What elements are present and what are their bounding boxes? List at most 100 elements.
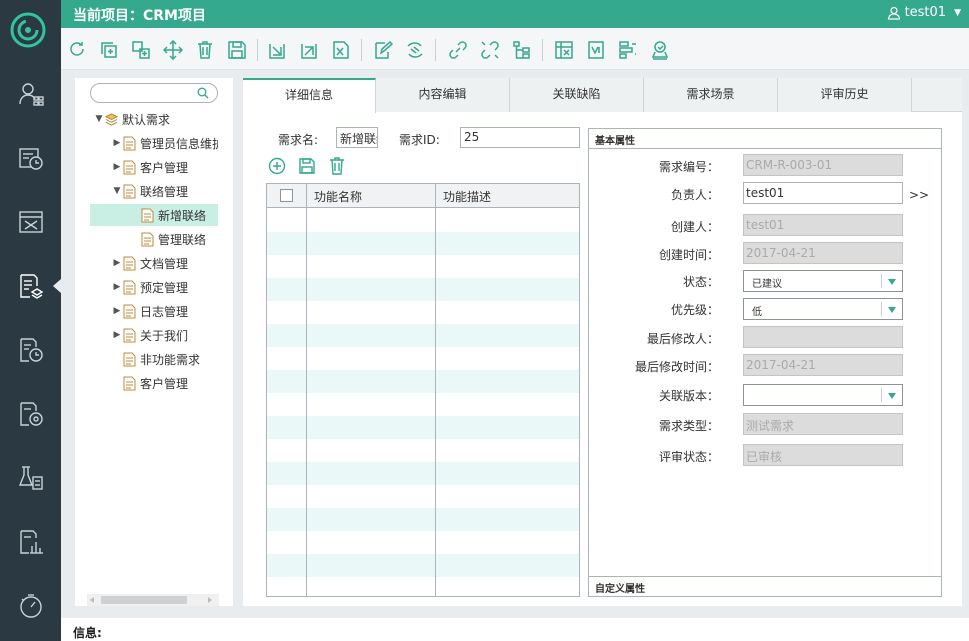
refresh-icon[interactable]	[66, 39, 88, 61]
tree-node[interactable]: ▶ 预定管理	[111, 276, 188, 298]
align-icon[interactable]	[617, 39, 639, 61]
info-bar: 信息:	[61, 618, 969, 641]
import-icon[interactable]	[266, 39, 288, 61]
expand-toggle-icon[interactable]: ▶	[111, 330, 123, 340]
user-icon	[887, 6, 900, 20]
last-modifier-field	[743, 326, 903, 348]
document-icon	[141, 208, 154, 222]
copy-icon[interactable]	[98, 39, 120, 61]
requirement-number-field: CRM-R-003-01	[743, 154, 903, 176]
id-label: 需求ID:	[399, 133, 440, 147]
tab-details[interactable]: 详细信息	[243, 78, 376, 113]
tree-node[interactable]: ▶ 管理员信息维护	[111, 132, 218, 154]
document-icon	[123, 304, 136, 318]
edit-icon[interactable]	[372, 39, 394, 61]
tree-node[interactable]: ▶ 客户管理	[111, 156, 188, 178]
user-menu[interactable]: test01 ▼	[887, 5, 961, 20]
module-icon	[105, 112, 118, 126]
unlink-icon[interactable]	[479, 39, 501, 61]
grid-column-divider	[267, 184, 307, 596]
expand-toggle-icon[interactable]: ▶	[111, 258, 123, 268]
document-icon	[123, 280, 136, 294]
tab-bar: 详细信息 内容编辑 关联缺陷 需求场景 评审历史	[243, 78, 962, 113]
document-icon	[123, 352, 136, 366]
version-select[interactable]	[743, 384, 903, 406]
schedule-icon[interactable]	[0, 322, 61, 378]
horizontal-scrollbar[interactable]	[87, 594, 219, 606]
tree-node[interactable]: ▶ 文档管理	[111, 252, 188, 274]
search-icon[interactable]	[197, 87, 209, 99]
expand-toggle-icon[interactable]: ▼	[111, 186, 123, 196]
info-label: 信息:	[73, 626, 102, 640]
requirements-icon[interactable]	[0, 258, 61, 314]
properties-panel: 基本属性 需求编号： CRM-R-003-01 负责人： test01 >> 创…	[588, 128, 942, 597]
users-icon[interactable]	[0, 66, 61, 122]
expand-toggle-icon[interactable]: ▼	[93, 114, 105, 124]
save-icon[interactable]	[298, 157, 316, 175]
app-logo	[0, 0, 61, 61]
tree-label: 管理员信息维护	[140, 136, 218, 151]
left-navbar	[0, 0, 61, 641]
tab-content-edit[interactable]: 内容编辑	[376, 78, 510, 112]
field-label: 需求编号：	[658, 160, 719, 174]
expand-toggle-icon[interactable]: ▶	[111, 282, 123, 292]
requirement-id-input[interactable]: 25	[460, 127, 580, 148]
tree-label: 日志管理	[140, 304, 189, 319]
more-button[interactable]: >>	[909, 188, 929, 202]
tab-review-history[interactable]: 评审历史	[778, 78, 912, 112]
tree-node[interactable]: 非功能需求	[123, 348, 200, 370]
tree-node[interactable]: ▶ 日志管理	[111, 300, 188, 322]
requirement-name-input[interactable]: 新增联络	[336, 127, 378, 148]
move-icon[interactable]	[162, 39, 184, 61]
test-icon[interactable]	[0, 450, 61, 506]
tree-icon[interactable]	[511, 39, 533, 61]
history-icon[interactable]	[0, 130, 61, 186]
add-icon[interactable]	[268, 157, 286, 175]
timer-icon[interactable]	[0, 578, 61, 634]
tree-label: 预定管理	[140, 280, 189, 295]
priority-select[interactable]: 低	[743, 298, 903, 320]
tab-linked-defects[interactable]: 关联缺陷	[510, 78, 644, 112]
function-grid: 功能名称 功能描述	[266, 183, 580, 597]
excel-icon[interactable]	[330, 39, 352, 61]
tree-node-root[interactable]: ▼ 默认需求	[93, 108, 170, 130]
tree-node[interactable]: 管理联络	[141, 228, 206, 250]
toolbar-separator	[257, 39, 258, 61]
tree-node[interactable]: ▶ 关于我们	[111, 324, 188, 346]
basic-properties-title: 基本属性	[589, 129, 941, 149]
column-header-description[interactable]: 功能描述	[443, 188, 491, 205]
version-icon[interactable]	[585, 39, 607, 61]
expand-toggle-icon[interactable]: ▶	[111, 306, 123, 316]
tree-label: 客户管理	[140, 160, 189, 175]
save-icon[interactable]	[226, 39, 248, 61]
owner-field[interactable]: test01	[743, 182, 903, 204]
clone-icon[interactable]	[130, 39, 152, 61]
expand-toggle-icon[interactable]: ▶	[111, 162, 123, 172]
expand-toggle-icon[interactable]: ▶	[111, 138, 123, 148]
scrollbar-thumb[interactable]	[101, 596, 187, 604]
link-icon[interactable]	[447, 39, 469, 61]
settings-report-icon[interactable]	[0, 386, 61, 442]
review-icon[interactable]	[649, 39, 671, 61]
tree-node[interactable]: ▼ 联络管理	[111, 180, 188, 202]
toolbar	[61, 28, 969, 70]
requirement-type-field: 测试需求	[743, 413, 903, 435]
last-modified-time-field: 2017-04-21	[743, 354, 903, 376]
tree-node[interactable]: 客户管理	[123, 372, 188, 394]
tab-scenarios[interactable]: 需求场景	[644, 78, 778, 112]
delete-icon[interactable]	[328, 157, 346, 175]
status-select[interactable]: 已建议	[743, 270, 903, 292]
document-icon	[123, 184, 136, 198]
field-label: 状态：	[682, 275, 719, 289]
matrix-icon[interactable]	[553, 39, 575, 61]
field-label: 负责人：	[670, 188, 719, 202]
kanban-icon[interactable]	[0, 194, 61, 250]
export-icon[interactable]	[298, 39, 320, 61]
document-icon	[123, 160, 136, 174]
stats-icon[interactable]	[0, 514, 61, 570]
priority-value: 低	[752, 307, 762, 318]
link-req-icon[interactable]	[404, 39, 426, 61]
tree-search-input[interactable]	[90, 83, 218, 103]
delete-icon[interactable]	[194, 39, 216, 61]
tree-node-selected[interactable]: 新增联络	[90, 204, 218, 226]
